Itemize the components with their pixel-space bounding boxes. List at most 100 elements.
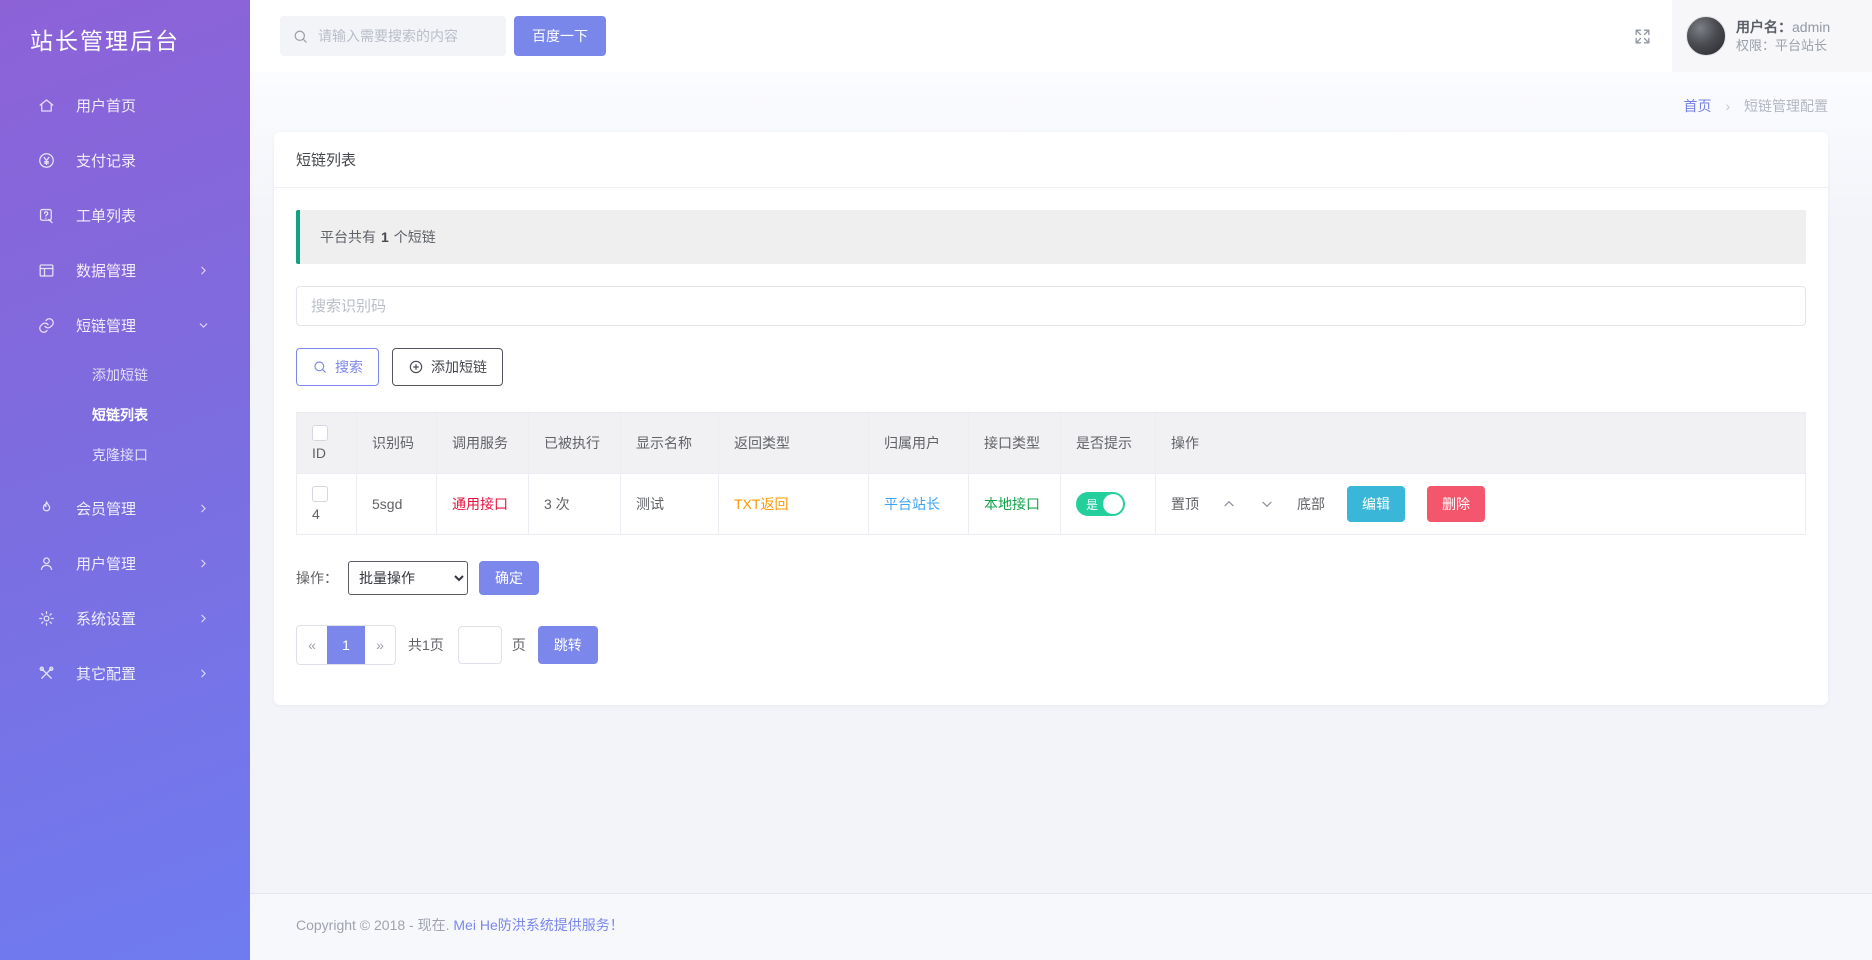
header-code: 识别码 (357, 413, 437, 474)
sidebar-item-other-config[interactable]: 其它配置 (0, 646, 250, 701)
fire-icon (36, 499, 56, 519)
batch-actions: 操作： 批量操作 确定 (296, 561, 1806, 595)
gear-icon (36, 609, 56, 629)
shortlink-submenu: 添加短链 短链列表 克隆接口 (0, 353, 250, 481)
cell-display-name: 测试 (621, 474, 719, 535)
content-area: 首页 › 短链管理配置 短链列表 平台共有1个短链 搜索 添加短 (250, 72, 1872, 893)
chevron-right-icon (197, 502, 210, 515)
page-1-button[interactable]: 1 (327, 626, 365, 664)
breadcrumb-home-link[interactable]: 首页 (1684, 98, 1712, 114)
header-return-type: 返回类型 (719, 413, 869, 474)
prompt-toggle[interactable]: 是 (1076, 492, 1125, 516)
header-owner: 归属用户 (869, 413, 969, 474)
sidebar-item-data-management[interactable]: 数据管理 (0, 243, 250, 298)
chevron-down-icon (197, 319, 210, 332)
code-search-input[interactable] (296, 286, 1806, 326)
breadcrumb-current: 短链管理配置 (1744, 98, 1828, 114)
shortlink-table: ID 识别码 调用服务 已被执行 显示名称 返回类型 归属用户 接口类型 是否提… (296, 412, 1806, 535)
sidebar-item-user-home[interactable]: 用户首页 (0, 78, 250, 133)
alert-prefix: 平台共有 (320, 229, 376, 245)
sidebar-item-ticket-list[interactable]: 工单列表 (0, 188, 250, 243)
topbar: 百度一下 用户名：admin 权限：平台站长 (250, 0, 1872, 72)
sidebar-subitem-clone-api[interactable]: 克隆接口 (0, 435, 250, 475)
header-prompt: 是否提示 (1061, 413, 1156, 474)
sidebar-item-system-settings[interactable]: 系统设置 (0, 591, 250, 646)
breadcrumb: 首页 › 短链管理配置 (274, 96, 1828, 116)
sidebar: 站长管理后台 用户首页 支付记录 工单列表 数据管理 (0, 0, 250, 960)
role-line: 权限：平台站长 (1736, 37, 1830, 55)
table-header-row: ID 识别码 调用服务 已被执行 显示名称 返回类型 归属用户 接口类型 是否提… (297, 413, 1806, 474)
sidebar-item-label: 短链管理 (76, 315, 136, 336)
delete-button[interactable]: 删除 (1427, 486, 1485, 522)
search-button[interactable]: 搜索 (296, 348, 379, 386)
sidebar-subitem-shortlink-list[interactable]: 短链列表 (0, 395, 250, 435)
batch-label: 操作： (296, 568, 338, 588)
select-all-checkbox[interactable] (312, 425, 328, 441)
sidebar-item-label: 数据管理 (76, 260, 136, 281)
batch-select[interactable]: 批量操作 (348, 561, 468, 595)
search-icon (312, 359, 328, 375)
username-label: 用户名： (1736, 19, 1792, 35)
add-button-label: 添加短链 (431, 357, 487, 377)
sidebar-item-label: 系统设置 (76, 608, 136, 629)
count-alert: 平台共有1个短链 (296, 210, 1806, 264)
page-total: 共1页 (408, 635, 444, 655)
sidebar-item-label: 用户管理 (76, 553, 136, 574)
sidebar-nav: 用户首页 支付记录 工单列表 数据管理 短链管理 (0, 78, 250, 701)
pin-bottom-link[interactable]: 底部 (1297, 494, 1325, 514)
edit-button[interactable]: 编辑 (1347, 486, 1405, 522)
sidebar-item-payment-records[interactable]: 支付记录 (0, 133, 250, 188)
chevron-right-icon (197, 612, 210, 625)
tools-icon (36, 664, 56, 684)
toggle-knob (1103, 494, 1123, 514)
role-value: 平台站长 (1775, 38, 1827, 53)
yen-circle-icon (36, 151, 56, 171)
cell-actions: 置顶 底部 编辑 删除 (1156, 474, 1806, 535)
fullscreen-icon[interactable] (1612, 27, 1672, 46)
user-panel[interactable]: 用户名：admin 权限：平台站长 (1672, 0, 1872, 72)
avatar (1686, 16, 1726, 56)
sidebar-item-label: 会员管理 (76, 498, 136, 519)
sidebar-item-label: 其它配置 (76, 663, 136, 684)
plus-circle-icon (408, 359, 424, 375)
link-icon (36, 316, 56, 336)
provider-link[interactable]: Mei He防洪系统提供服务！ (453, 917, 623, 933)
toggle-label: 是 (1086, 496, 1098, 513)
home-icon (36, 96, 56, 116)
table-icon (36, 261, 56, 281)
username-value: admin (1792, 19, 1830, 35)
header-executed: 已被执行 (529, 413, 621, 474)
move-up-icon[interactable] (1221, 496, 1237, 512)
username-line: 用户名：admin (1736, 18, 1830, 37)
page-jump-input[interactable] (458, 626, 502, 664)
sidebar-item-user-management[interactable]: 用户管理 (0, 536, 250, 591)
jump-button[interactable]: 跳转 (538, 626, 598, 664)
pin-top-link[interactable]: 置顶 (1171, 494, 1199, 514)
header-id: ID (297, 413, 357, 474)
baidu-search-button[interactable]: 百度一下 (514, 16, 606, 56)
sidebar-subitem-add-shortlink[interactable]: 添加短链 (0, 355, 250, 395)
chevron-right-icon (197, 264, 210, 277)
main-column: 百度一下 用户名：admin 权限：平台站长 首页 › 短链管理配置 短链列表 (250, 0, 1872, 960)
sidebar-item-member-management[interactable]: 会员管理 (0, 481, 250, 536)
cell-api-type: 本地接口 (969, 474, 1061, 535)
sidebar-item-shortlink-management[interactable]: 短链管理 (0, 298, 250, 353)
table-row: 4 5sgd 通用接口 3 次 测试 TXT返回 平台站长 本地接口 是 (297, 474, 1806, 535)
chevron-right-icon (197, 557, 210, 570)
add-shortlink-button[interactable]: 添加短链 (392, 348, 503, 386)
row-checkbox[interactable] (312, 486, 328, 502)
next-page-button[interactable]: » (365, 626, 395, 664)
move-down-icon[interactable] (1259, 496, 1275, 512)
topbar-search-input[interactable] (318, 28, 494, 44)
cell-executed: 3 次 (529, 474, 621, 535)
header-api-type: 接口类型 (969, 413, 1061, 474)
user-icon (36, 554, 56, 574)
header-service: 调用服务 (437, 413, 529, 474)
topbar-search-box (280, 16, 506, 56)
copyright-text: Copyright © 2018 - 现在. (296, 917, 453, 933)
prev-page-button[interactable]: « (297, 626, 327, 664)
sidebar-item-label: 工单列表 (76, 205, 136, 226)
shortlink-list-card: 短链列表 平台共有1个短链 搜索 添加短链 (274, 132, 1828, 705)
cell-owner[interactable]: 平台站长 (869, 474, 969, 535)
confirm-button[interactable]: 确定 (479, 561, 539, 595)
